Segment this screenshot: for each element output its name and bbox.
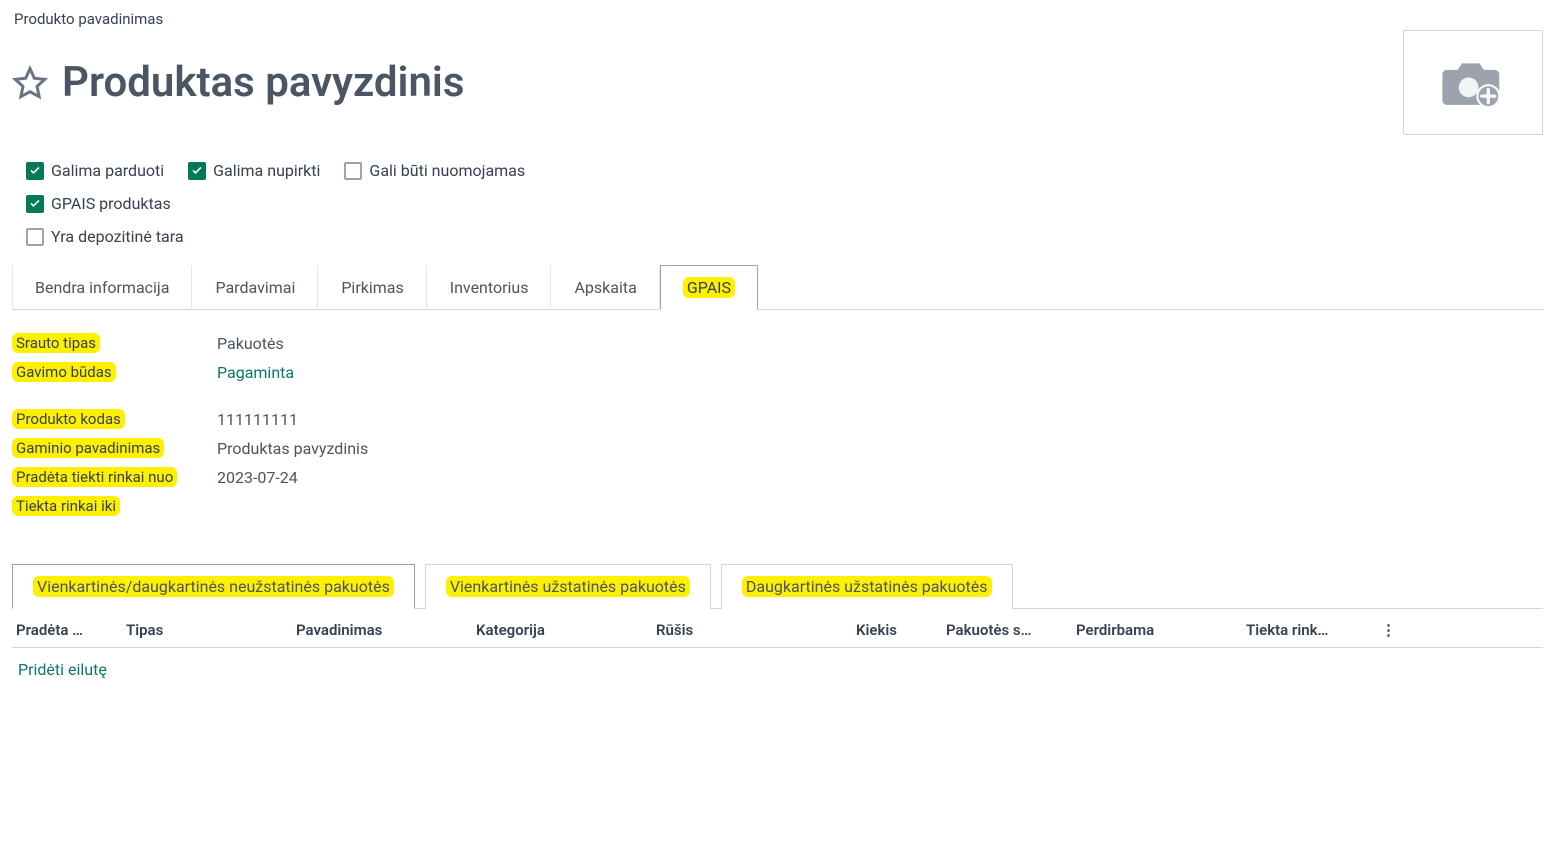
field-product-code-label: Produkto kodas bbox=[12, 409, 125, 429]
checkbox-label: GPAIS produktas bbox=[51, 194, 171, 213]
check-icon bbox=[188, 162, 206, 180]
packaging-grid-header: Pradėta … Tipas Pavadinimas Kategorija R… bbox=[12, 609, 1543, 648]
col-recyclable[interactable]: Perdirbama bbox=[1076, 621, 1246, 639]
subtab-single-multi-nondeposit[interactable]: Vienkartinės/daugkartinės neužstatinės p… bbox=[12, 564, 415, 609]
field-acquisition-label: Gavimo būdas bbox=[12, 362, 116, 382]
subtab-label: Daugkartinės užstatinės pakuotės bbox=[742, 576, 992, 597]
checkbox-label: Galima parduoti bbox=[51, 161, 164, 180]
col-started[interactable]: Pradėta … bbox=[16, 621, 126, 639]
checkbox-can-buy[interactable]: Galima nupirkti bbox=[188, 161, 320, 180]
col-name[interactable]: Pavadinimas bbox=[296, 621, 476, 639]
checkbox-can-sell[interactable]: Galima parduoti bbox=[26, 161, 164, 180]
field-flow-type-label: Srauto tipas bbox=[12, 333, 100, 353]
grid-options-icon[interactable]: ⋮ bbox=[1366, 621, 1396, 639]
field-product-name-value[interactable]: Produktas pavyzdinis bbox=[217, 439, 368, 458]
col-qty[interactable]: Kiekis bbox=[856, 621, 946, 639]
subtab-label: Vienkartinės užstatinės pakuotės bbox=[446, 576, 690, 597]
add-row-link[interactable]: Pridėti eilutę bbox=[12, 648, 1543, 691]
col-type[interactable]: Tipas bbox=[126, 621, 296, 639]
tab-accounting[interactable]: Apskaita bbox=[551, 265, 659, 310]
subtab-label: Vienkartinės/daugkartinės neužstatinės p… bbox=[33, 576, 394, 597]
checkbox-gpais-product[interactable]: GPAIS produktas bbox=[26, 194, 171, 213]
tab-label: GPAIS bbox=[683, 277, 735, 298]
field-product-name-label: Gaminio pavadinimas bbox=[12, 438, 164, 458]
check-icon bbox=[26, 162, 44, 180]
field-market-start-label: Pradėta tiekti rinkai nuo bbox=[12, 467, 177, 487]
camera-add-icon bbox=[1438, 53, 1508, 113]
checkbox-label: Gali būti nuomojamas bbox=[369, 161, 525, 180]
field-acquisition-value[interactable]: Pagaminta bbox=[217, 363, 294, 382]
field-flow-type-value[interactable]: Pakuotės bbox=[217, 334, 284, 353]
tab-purchase[interactable]: Pirkimas bbox=[318, 265, 426, 310]
check-icon bbox=[344, 162, 362, 180]
check-icon bbox=[26, 195, 44, 213]
field-market-end-label: Tiekta rinkai iki bbox=[12, 496, 120, 516]
checkbox-can-rent[interactable]: Gali būti nuomojamas bbox=[344, 161, 525, 180]
col-category[interactable]: Kategorija bbox=[476, 621, 656, 639]
subtabs: Vienkartinės/daugkartinės neužstatinės p… bbox=[12, 563, 1543, 609]
tabs: Bendra informacija Pardavimai Pirkimas I… bbox=[12, 264, 1543, 310]
field-market-start-value[interactable]: 2023-07-24 bbox=[217, 468, 298, 487]
col-kind[interactable]: Rūšis bbox=[656, 621, 856, 639]
checkbox-label: Yra depozitinė tara bbox=[51, 227, 184, 246]
page-title: Produktas pavyzdinis bbox=[62, 58, 464, 107]
field-product-code-value[interactable]: 111111111 bbox=[217, 410, 298, 429]
tab-sales[interactable]: Pardavimai bbox=[192, 265, 318, 310]
product-name-label: Produkto pavadinimas bbox=[14, 10, 1543, 28]
tab-gpais[interactable]: GPAIS bbox=[660, 265, 758, 310]
subtab-multi-deposit[interactable]: Daugkartinės užstatinės pakuotės bbox=[721, 564, 1013, 609]
favorite-star-icon[interactable] bbox=[12, 65, 48, 101]
check-icon bbox=[26, 228, 44, 246]
tab-inventory[interactable]: Inventorius bbox=[427, 265, 552, 310]
product-image-placeholder[interactable] bbox=[1403, 30, 1543, 135]
tab-general[interactable]: Bendra informacija bbox=[12, 265, 192, 310]
col-pkg-weight[interactable]: Pakuotės s… bbox=[946, 621, 1076, 639]
checkbox-deposit-packaging[interactable]: Yra depozitinė tara bbox=[26, 227, 184, 246]
subtab-single-deposit[interactable]: Vienkartinės užstatinės pakuotės bbox=[425, 564, 711, 609]
checkbox-label: Galima nupirkti bbox=[213, 161, 320, 180]
col-until[interactable]: Tiekta rink… bbox=[1246, 621, 1366, 639]
